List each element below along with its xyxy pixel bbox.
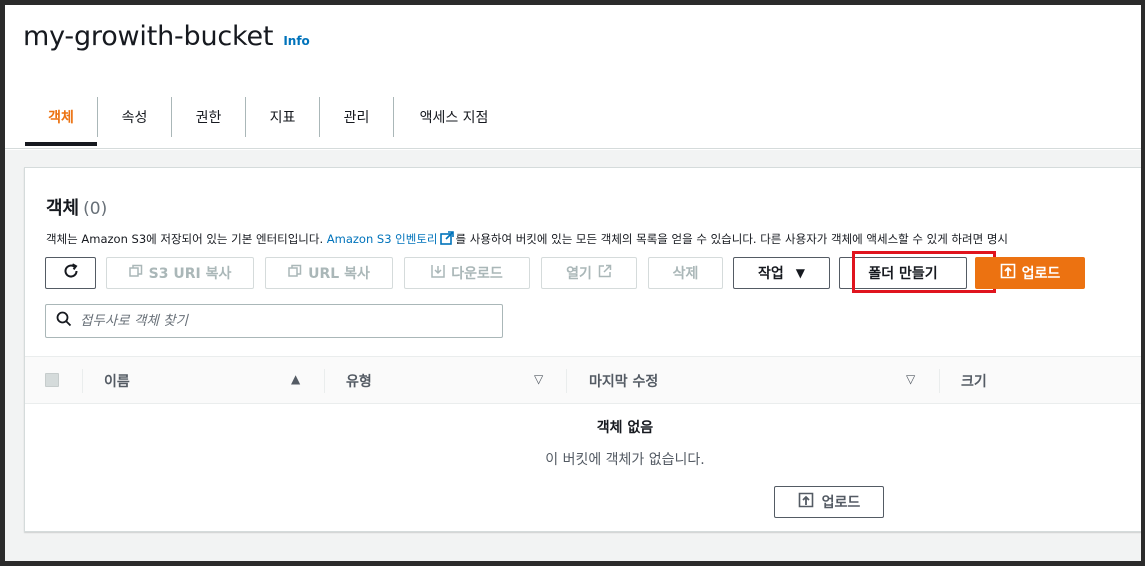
copy-s3-uri-label: S3 URI 복사 xyxy=(148,266,232,282)
empty-state-title: 객체 없음 xyxy=(596,420,654,436)
delete-label: 삭제 xyxy=(672,266,699,282)
sort-icon[interactable]: ▽ xyxy=(906,372,915,386)
description-text-pre: 객체는 Amazon S3에 저장되어 있는 기본 엔터티입니다. xyxy=(46,232,327,246)
column-divider xyxy=(566,369,567,393)
copy-icon xyxy=(128,264,143,282)
page-title: my-growith-bucket xyxy=(23,21,274,52)
info-link[interactable]: Info xyxy=(283,34,309,48)
copy-s3-uri-button[interactable]: S3 URI 복사 xyxy=(106,257,254,289)
empty-upload-button[interactable]: 업로드 xyxy=(774,486,884,518)
copy-icon xyxy=(288,264,302,282)
open-label: 열기 xyxy=(566,266,592,282)
s3-bucket-page: my-growith-bucket Info 객체 속성 권한 지표 관리 액세… xyxy=(5,5,1141,561)
upload-icon xyxy=(1000,263,1016,283)
refresh-button[interactable] xyxy=(45,257,96,289)
search-input[interactable] xyxy=(80,313,480,329)
objects-heading: 객체 (0) xyxy=(46,194,107,220)
table-header: 이름 ▲ 유형 ▽ 마지막 수정 ▽ 크기 xyxy=(25,356,1141,404)
column-divider xyxy=(939,369,940,393)
download-icon xyxy=(431,264,445,282)
tab-properties[interactable]: 속성 xyxy=(98,97,172,137)
column-divider xyxy=(82,369,83,393)
column-divider xyxy=(324,369,325,393)
sort-ascending-icon[interactable]: ▲ xyxy=(291,372,300,386)
objects-description: 객체는 Amazon S3에 저장되어 있는 기본 엔터티입니다. Amazon… xyxy=(46,231,1141,248)
column-size[interactable]: 크기 xyxy=(961,371,987,391)
column-name[interactable]: 이름 xyxy=(104,371,130,391)
external-link-icon xyxy=(439,231,454,248)
sort-icon[interactable]: ▽ xyxy=(534,372,543,386)
select-all-checkbox[interactable] xyxy=(45,373,59,387)
search-box xyxy=(45,304,503,338)
active-tab-indicator xyxy=(25,142,97,146)
objects-panel: 객체 (0) 객체는 Amazon S3에 저장되어 있는 기본 엔터티입니다. … xyxy=(24,167,1141,532)
download-button[interactable]: 다운로드 xyxy=(404,257,530,289)
empty-state-description: 이 버킷에 객체가 없습니다. xyxy=(545,452,705,468)
tab-objects[interactable]: 객체 xyxy=(25,97,98,137)
description-text-post: 를 사용하여 버킷에 있는 모든 객체의 목록을 얻을 수 있습니다. 다른 사… xyxy=(455,232,1008,246)
tab-metrics[interactable]: 지표 xyxy=(246,97,320,137)
tab-management[interactable]: 관리 xyxy=(320,97,394,137)
objects-count: (0) xyxy=(83,199,108,219)
upload-label: 업로드 xyxy=(1021,266,1061,282)
copy-url-label: URL 복사 xyxy=(308,266,370,282)
inventory-link[interactable]: Amazon S3 인벤토리 xyxy=(327,232,438,246)
create-folder-label: 폴더 만들기 xyxy=(868,266,938,282)
caret-down-icon: ▼ xyxy=(795,266,805,280)
delete-button[interactable]: 삭제 xyxy=(648,257,723,289)
search-icon xyxy=(56,311,72,331)
tab-bar: 객체 속성 권한 지표 관리 액세스 지점 xyxy=(25,97,514,149)
open-button[interactable]: 열기 xyxy=(541,257,637,289)
page-header: my-growith-bucket Info 객체 속성 권한 지표 관리 액세… xyxy=(5,5,1141,150)
download-label: 다운로드 xyxy=(451,266,503,282)
tab-permissions[interactable]: 권한 xyxy=(172,97,246,137)
tab-access-points[interactable]: 액세스 지점 xyxy=(394,97,514,137)
header-divider xyxy=(5,148,1141,149)
actions-label: 작업 xyxy=(758,266,784,282)
upload-icon xyxy=(798,492,814,512)
refresh-icon xyxy=(62,262,80,284)
title-row: my-growith-bucket Info xyxy=(23,21,310,52)
objects-title: 객체 xyxy=(46,198,80,219)
empty-upload-label: 업로드 xyxy=(821,495,861,511)
column-type[interactable]: 유형 xyxy=(346,371,372,391)
copy-url-button[interactable]: URL 복사 xyxy=(265,257,393,289)
create-folder-button[interactable]: 폴더 만들기 xyxy=(839,257,967,289)
actions-dropdown[interactable]: 작업 ▼ xyxy=(733,257,830,289)
external-link-icon xyxy=(598,264,612,282)
column-last-modified[interactable]: 마지막 수정 xyxy=(589,371,658,391)
upload-button[interactable]: 업로드 xyxy=(975,257,1085,289)
